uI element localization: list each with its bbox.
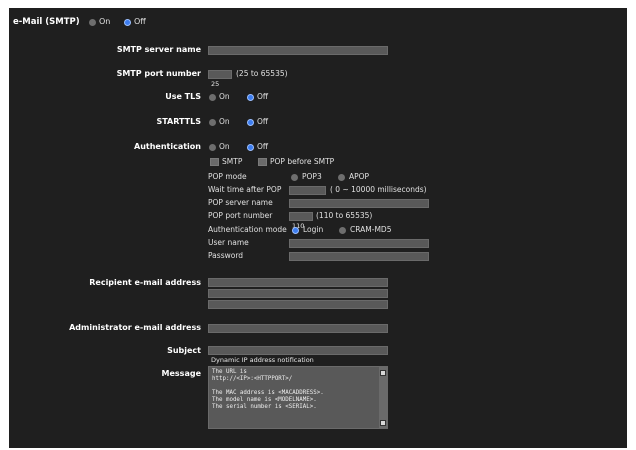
- subject-input[interactable]: [209, 356, 387, 364]
- user-name-label: User name: [208, 238, 249, 247]
- pop-before-smtp-checkbox[interactable]: [258, 158, 267, 166]
- auth-off-label: Off: [257, 142, 269, 151]
- recipient-input-3[interactable]: [209, 310, 387, 318]
- smtp-port-input[interactable]: [209, 80, 231, 88]
- login-radio[interactable]: [292, 227, 299, 234]
- apop-label: APOP: [349, 172, 370, 181]
- wait-time-field[interactable]: [289, 186, 326, 204]
- starttls-label: STARTTLS: [156, 117, 201, 126]
- use-tls-on-label: On: [219, 92, 230, 101]
- message-scrollbar[interactable]: [379, 367, 387, 428]
- smtp-port-field[interactable]: [208, 70, 232, 88]
- use-tls-on-radio[interactable]: [209, 94, 216, 101]
- scroll-down-button[interactable]: [380, 420, 386, 426]
- password-input[interactable]: [290, 262, 428, 270]
- pop-port-label: POP port number: [208, 211, 273, 220]
- wait-time-label: Wait time after POP: [208, 185, 282, 194]
- login-label: Login: [303, 225, 324, 234]
- user-name-field[interactable]: [289, 239, 429, 257]
- section-title: e-Mail (SMTP): [13, 17, 80, 27]
- administrator-label: Administrator e-mail address: [69, 323, 201, 332]
- authentication-label: Authentication: [134, 142, 201, 151]
- smtp-server-input[interactable]: [209, 56, 387, 64]
- recipient-field-3[interactable]: [208, 300, 388, 318]
- pop-port-hint: (110 to 65535): [316, 211, 373, 220]
- smtp-auth-checkbox[interactable]: [210, 158, 219, 166]
- administrator-field[interactable]: [208, 324, 388, 342]
- administrator-input[interactable]: [209, 334, 387, 342]
- message-label: Message: [161, 369, 201, 378]
- pop-server-field[interactable]: [289, 199, 429, 217]
- cram-md5-label: CRAM-MD5: [350, 225, 392, 234]
- pop3-radio[interactable]: [291, 174, 298, 181]
- wait-time-hint: ( 0 ~ 10000 milliseconds): [330, 185, 427, 194]
- apop-radio[interactable]: [338, 174, 345, 181]
- scroll-up-button[interactable]: [380, 370, 386, 376]
- recipient-field-1[interactable]: [208, 278, 388, 296]
- starttls-off-radio[interactable]: [247, 119, 254, 126]
- smtp-server-label: SMTP server name: [116, 45, 201, 54]
- use-tls-off-label: Off: [257, 92, 269, 101]
- smtp-port-label: SMTP port number: [116, 69, 201, 78]
- starttls-on-radio[interactable]: [209, 119, 216, 126]
- subject-field[interactable]: [208, 346, 388, 364]
- smtp-settings-panel: e-Mail (SMTP) On Off SMTP server name SM…: [9, 8, 627, 448]
- email-on-radio[interactable]: [89, 19, 96, 26]
- use-tls-label: Use TLS: [165, 92, 201, 101]
- cram-md5-radio[interactable]: [339, 227, 346, 234]
- email-off-label: Off: [134, 17, 146, 26]
- pop-mode-label: POP mode: [208, 172, 247, 181]
- smtp-server-field[interactable]: [208, 46, 388, 64]
- email-off-radio[interactable]: [124, 19, 131, 26]
- auth-on-label: On: [219, 142, 230, 151]
- recipient-field-2[interactable]: [208, 289, 388, 307]
- message-textarea[interactable]: The URL is http://<IP>:<HTTPPORT>/ The M…: [208, 366, 388, 429]
- password-label: Password: [208, 251, 244, 260]
- pop-before-smtp-label: POP before SMTP: [270, 157, 335, 166]
- starttls-on-label: On: [219, 117, 230, 126]
- recipient-label: Recipient e-mail address: [89, 278, 201, 287]
- smtp-auth-checkbox-label: SMTP: [222, 157, 243, 166]
- use-tls-off-radio[interactable]: [247, 94, 254, 101]
- starttls-off-label: Off: [257, 117, 269, 126]
- auth-off-radio[interactable]: [247, 144, 254, 151]
- pop-port-field[interactable]: [289, 212, 313, 230]
- email-on-label: On: [99, 17, 111, 26]
- pop3-label: POP3: [302, 172, 322, 181]
- smtp-port-hint: (25 to 65535): [236, 69, 288, 78]
- password-field[interactable]: [289, 252, 429, 270]
- subject-label: Subject: [167, 346, 201, 355]
- auth-mode-label: Authentication mode: [208, 225, 287, 234]
- auth-on-radio[interactable]: [209, 144, 216, 151]
- pop-server-label: POP server name: [208, 198, 273, 207]
